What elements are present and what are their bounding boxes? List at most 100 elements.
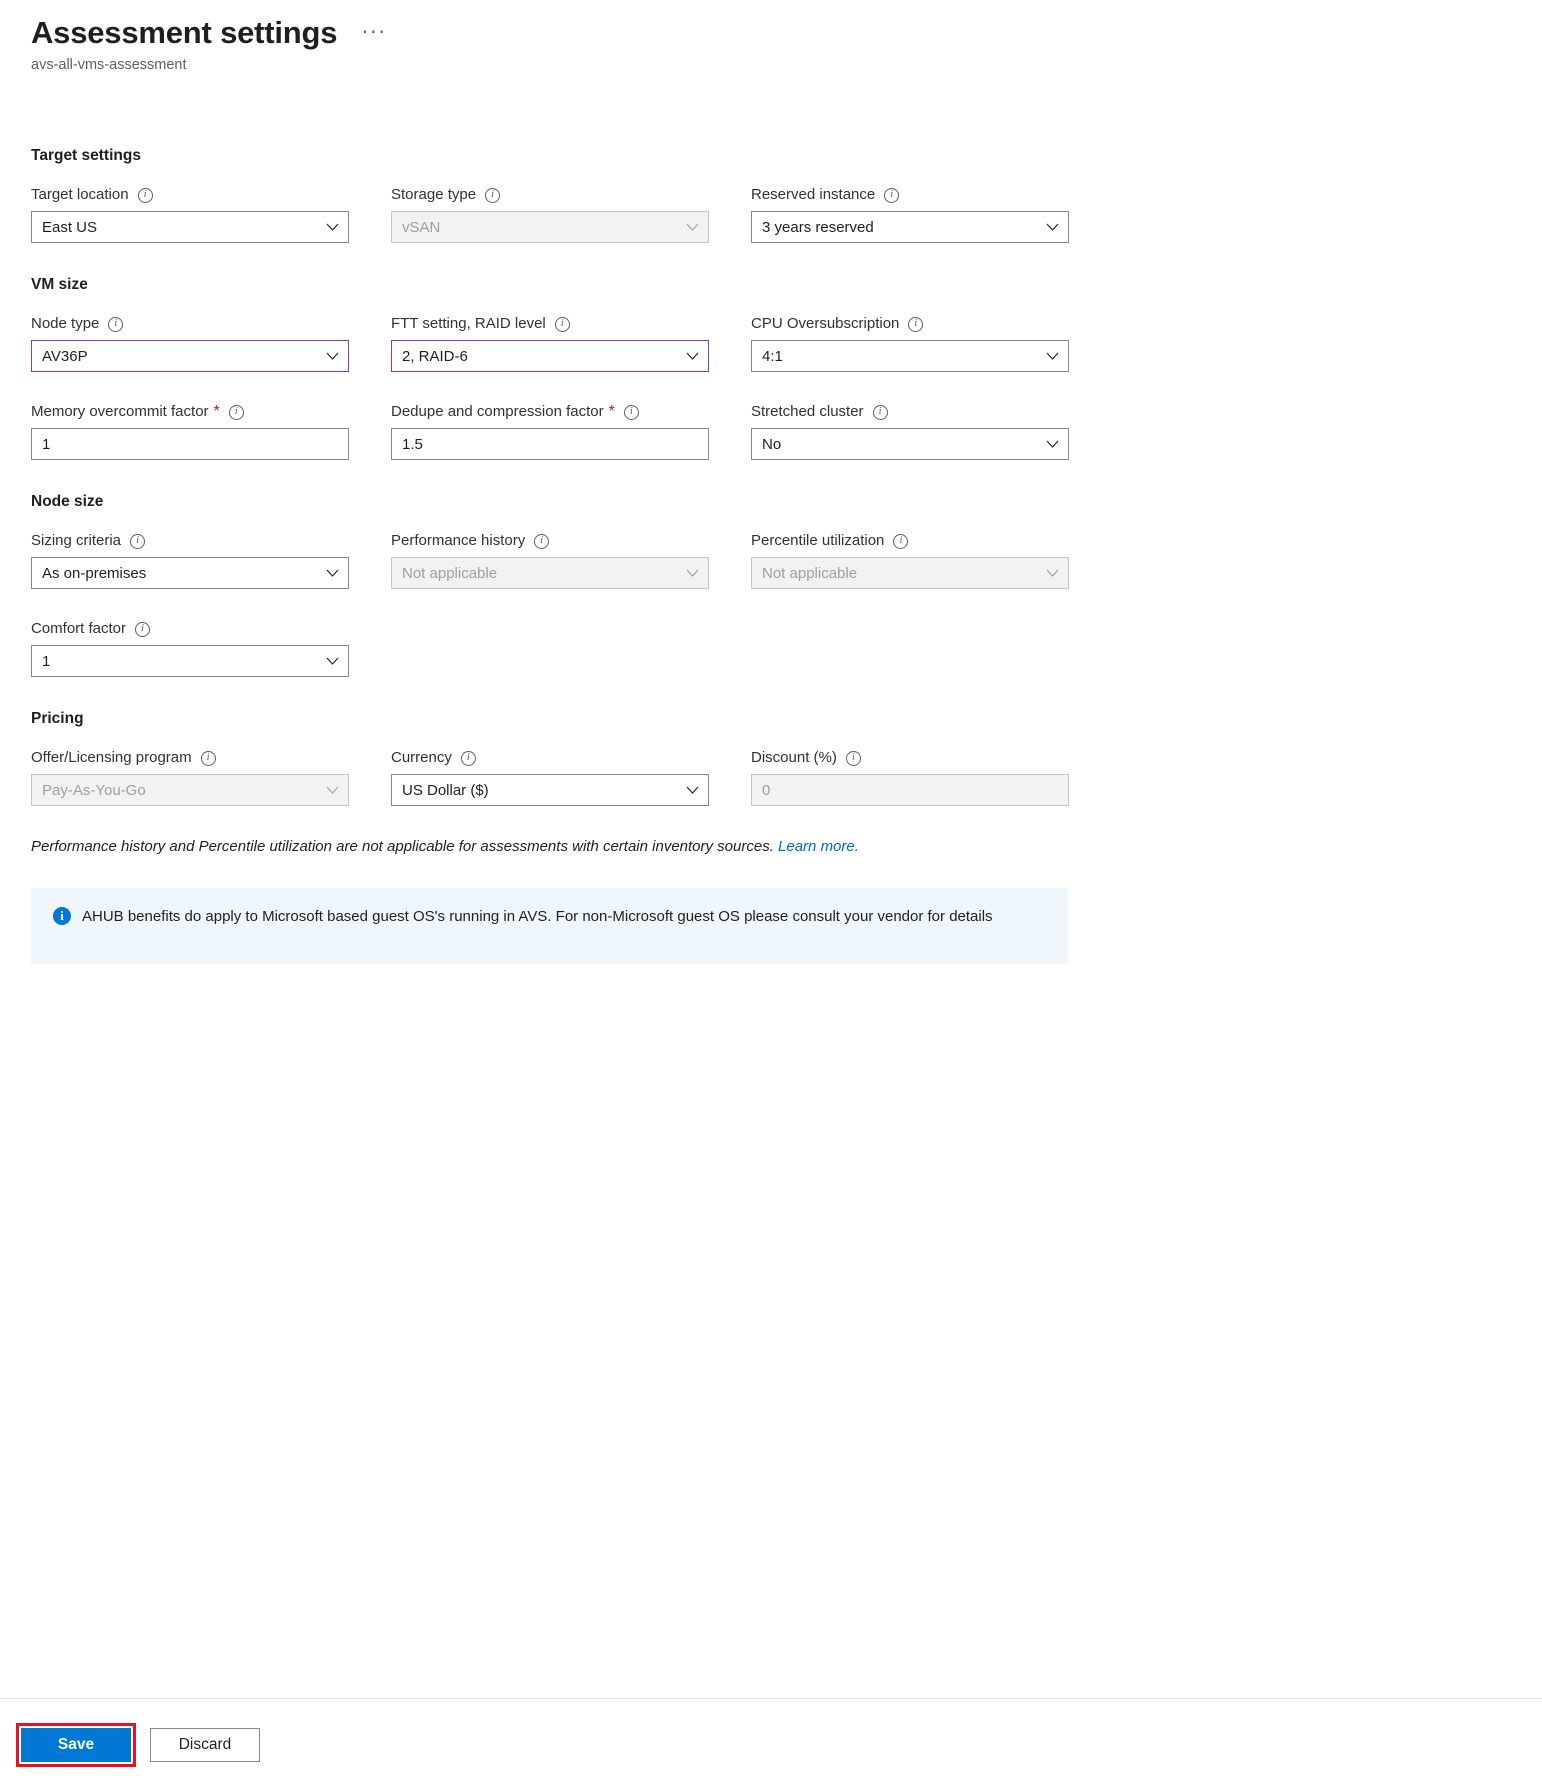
label-text: Offer/Licensing program — [31, 749, 192, 766]
value-text: Not applicable — [762, 564, 858, 582]
info-icon-memory-overcommit-factor[interactable]: i — [228, 404, 244, 420]
chevron-down-icon — [1046, 567, 1059, 580]
footer-actions: Save Discard — [0, 1699, 1542, 1767]
field-reserved-instance: Reserved instance i 3 years reserved — [751, 185, 1069, 243]
label-text: Memory overcommit factor — [31, 403, 209, 420]
label-text: Performance history — [391, 532, 526, 549]
banner-text: AHUB benefits do apply to Microsoft base… — [82, 908, 993, 925]
label-offer-licensing-program: Offer/Licensing program i — [31, 748, 349, 768]
label-text: CPU Oversubscription — [751, 315, 900, 332]
field-cpu-oversubscription: CPU Oversubscription i 4:1 — [751, 314, 1069, 372]
input-dedupe-and-compression-factor[interactable]: 1.5 — [391, 428, 709, 460]
label-text: Storage type — [391, 186, 477, 203]
label-sizing-criteria: Sizing criteria i — [31, 531, 349, 551]
label-text: Sizing criteria — [31, 532, 122, 549]
label-text: FTT setting, RAID level — [391, 315, 546, 332]
chevron-down-icon — [686, 784, 699, 797]
label-text: Stretched cluster — [751, 403, 864, 420]
input-discount-percent: 0 — [751, 774, 1069, 806]
info-icon-comfort-factor[interactable]: i — [135, 621, 151, 637]
more-options-icon[interactable]: ··· — [357, 14, 390, 48]
field-row: Target location i East US Storage type i vSAN… — [31, 185, 1542, 243]
label-text: Comfort factor — [31, 620, 127, 637]
learn-more-link[interactable]: Learn more. — [778, 838, 859, 855]
chevron-down-icon — [326, 567, 339, 580]
label-target-location: Target location i — [31, 185, 349, 205]
dropdown-comfort-factor[interactable]: 1 — [31, 645, 349, 677]
field-target-location: Target location i East US — [31, 185, 349, 243]
dropdown-stretched-cluster[interactable]: No — [751, 428, 1069, 460]
field-row: Sizing criteria i As on-premises Performanc… — [31, 531, 1542, 589]
info-icon-stretched-cluster[interactable]: i — [872, 404, 888, 420]
section-node-size: Node size Sizing criteria i As on-premises P… — [31, 493, 1542, 677]
dropdown-cpu-oversubscription[interactable]: 4:1 — [751, 340, 1069, 372]
chevron-down-icon — [686, 350, 699, 363]
field-memory-overcommit-factor: Memory overcommit factor * i 1 — [31, 402, 349, 460]
value-text: As on-premises — [42, 564, 147, 582]
ahub-info-banner: i AHUB benefits do apply to Microsoft ba… — [31, 888, 1068, 964]
value-text: Pay-As-You-Go — [42, 781, 146, 799]
save-button[interactable]: Save — [21, 1728, 131, 1762]
field-storage-type: Storage type i vSAN — [391, 185, 709, 243]
field-currency: Currency i US Dollar ($) — [391, 748, 709, 806]
discard-button[interactable]: Discard — [150, 1728, 260, 1762]
info-icon-sizing-criteria[interactable]: i — [130, 533, 146, 549]
page-footer: Save Discard — [0, 1698, 1542, 1778]
label-discount-percent: Discount (%) i — [751, 748, 1069, 768]
label-reserved-instance: Reserved instance i — [751, 185, 1069, 205]
info-icon-dedupe-and-compression-factor[interactable]: i — [623, 404, 639, 420]
value-text: 0 — [762, 781, 771, 799]
value-text: 4:1 — [762, 347, 783, 365]
chevron-down-icon — [326, 655, 339, 668]
value-text: vSAN — [402, 218, 441, 236]
chevron-down-icon — [686, 221, 699, 234]
label-text: Discount (%) — [751, 749, 837, 766]
required-indicator: * — [213, 403, 220, 420]
applicability-note: Performance history and Percentile utili… — [31, 836, 1542, 858]
field-row: Memory overcommit factor * i 1 Dedupe and co… — [31, 402, 1542, 460]
note-text: Performance history and Percentile utili… — [31, 838, 774, 855]
field-ftt-setting-raid-level: FTT setting, RAID level i 2, RAID-6 — [391, 314, 709, 372]
field-sizing-criteria: Sizing criteria i As on-premises — [31, 531, 349, 589]
dropdown-ftt-setting-raid-level[interactable]: 2, RAID-6 — [391, 340, 709, 372]
label-performance-history: Performance history i — [391, 531, 709, 551]
field-performance-history: Performance history i Not applicable — [391, 531, 709, 589]
value-text: 1 — [42, 652, 51, 670]
info-icon-reserved-instance[interactable]: i — [884, 187, 900, 203]
info-icon-storage-type[interactable]: i — [485, 187, 501, 203]
info-icon-cpu-oversubscription[interactable]: i — [908, 316, 924, 332]
field-discount-percent: Discount (%) i 0 — [751, 748, 1069, 806]
value-text: 1.5 — [402, 435, 423, 453]
chevron-down-icon — [686, 567, 699, 580]
dropdown-target-location[interactable]: East US — [31, 211, 349, 243]
info-icon-ftt-setting-raid-level[interactable]: i — [554, 316, 570, 332]
field-row: Comfort factor i 1 — [31, 619, 1542, 677]
info-icon-currency[interactable]: i — [460, 750, 476, 766]
dropdown-currency[interactable]: US Dollar ($) — [391, 774, 709, 806]
save-button-focus-ring: Save — [16, 1723, 136, 1767]
field-row: Offer/Licensing program i Pay-As-You-Go Cur… — [31, 748, 1542, 806]
assessment-settings-page: Assessment settings ··· avs-all-vms-asse… — [0, 0, 1542, 1778]
section-vm-size: VM size Node type i AV36P FTT setting, RAID … — [31, 276, 1542, 460]
page-subtitle: avs-all-vms-assessment — [31, 57, 187, 73]
label-cpu-oversubscription: CPU Oversubscription i — [751, 314, 1069, 334]
dropdown-performance-history: Not applicable — [391, 557, 709, 589]
dropdown-node-type[interactable]: AV36P — [31, 340, 349, 372]
dropdown-sizing-criteria[interactable]: As on-premises — [31, 557, 349, 589]
dropdown-reserved-instance[interactable]: 3 years reserved — [751, 211, 1069, 243]
label-memory-overcommit-factor: Memory overcommit factor * i — [31, 402, 349, 422]
info-icon-discount-percent[interactable]: i — [845, 750, 861, 766]
info-icon-target-location[interactable]: i — [137, 187, 153, 203]
label-text: Percentile utilization — [751, 532, 885, 549]
info-icon-offer-licensing-program[interactable]: i — [200, 750, 216, 766]
input-memory-overcommit-factor[interactable]: 1 — [31, 428, 349, 460]
label-stretched-cluster: Stretched cluster i — [751, 402, 1069, 422]
info-icon-node-type[interactable]: i — [108, 316, 124, 332]
value-text: 3 years reserved — [762, 218, 874, 236]
info-icon-performance-history[interactable]: i — [534, 533, 550, 549]
info-icon-percentile-utilization[interactable]: i — [893, 533, 909, 549]
chevron-down-icon — [326, 221, 339, 234]
chevron-down-icon — [1046, 350, 1059, 363]
field-node-type: Node type i AV36P — [31, 314, 349, 372]
section-target-settings: Target settings Target location i East US St… — [31, 147, 1542, 243]
